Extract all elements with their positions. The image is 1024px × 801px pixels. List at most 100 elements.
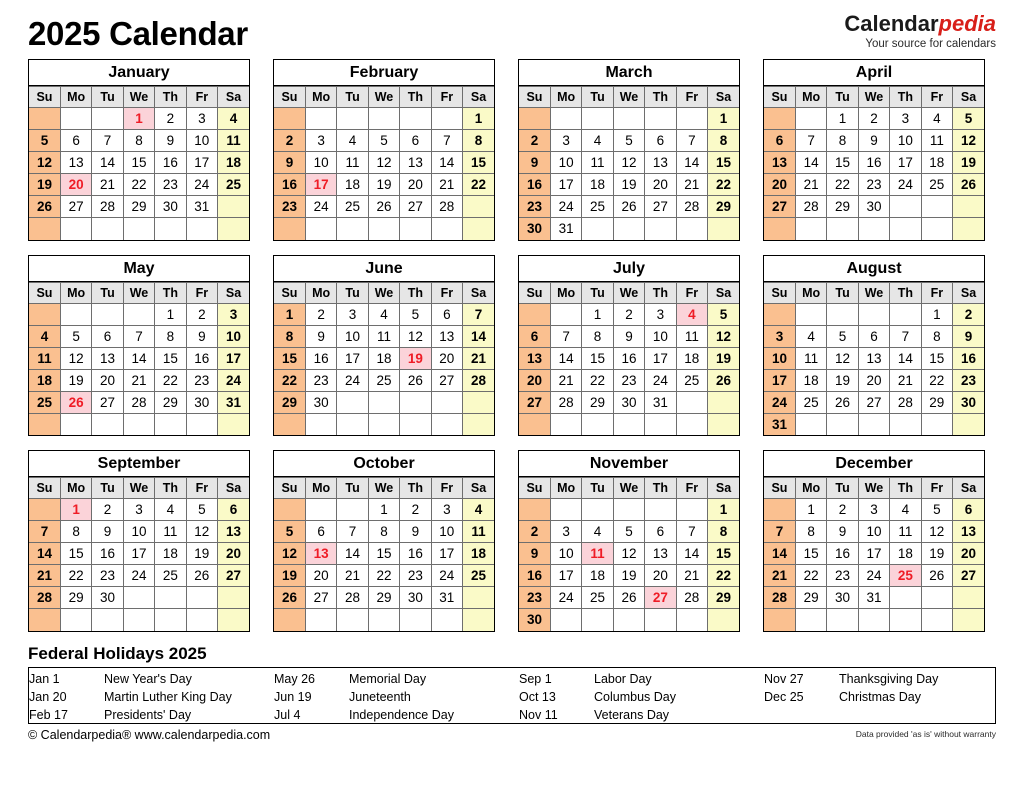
day-cell[interactable]: 25 — [462, 564, 494, 587]
day-cell[interactable]: 4 — [794, 324, 828, 348]
day-cell[interactable]: 26 — [185, 564, 219, 587]
day-cell[interactable]: 19 — [707, 346, 739, 370]
day-cell[interactable]: 28 — [91, 195, 124, 218]
day-cell[interactable]: 4 — [675, 302, 709, 326]
day-cell[interactable]: 2 — [519, 129, 551, 152]
day-cell[interactable]: 1 — [154, 302, 187, 326]
day-cell[interactable]: 7 — [336, 520, 369, 543]
day-cell[interactable]: 20 — [644, 564, 677, 587]
day-cell[interactable]: 26 — [29, 195, 61, 218]
day-cell[interactable]: 3 — [336, 302, 369, 326]
day-cell[interactable]: 25 — [794, 390, 828, 414]
day-cell[interactable]: 26 — [399, 368, 432, 392]
day-cell[interactable]: 28 — [430, 195, 464, 218]
day-cell[interactable]: 12 — [399, 324, 432, 348]
day-cell[interactable]: 2 — [274, 129, 306, 152]
day-cell[interactable]: 31 — [764, 412, 796, 435]
day-cell[interactable]: 28 — [764, 586, 796, 609]
day-cell[interactable]: 23 — [857, 173, 891, 196]
day-cell[interactable]: 2 — [952, 302, 984, 326]
day-cell[interactable]: 18 — [154, 542, 187, 565]
day-cell[interactable]: 3 — [889, 107, 922, 130]
day-cell[interactable]: 1 — [794, 498, 828, 521]
day-cell[interactable]: 30 — [612, 390, 646, 414]
day-cell[interactable]: 23 — [612, 368, 646, 392]
day-cell[interactable]: 12 — [367, 151, 401, 174]
day-cell[interactable]: 18 — [794, 368, 828, 392]
day-cell[interactable]: 15 — [707, 542, 739, 565]
day-cell[interactable]: 16 — [952, 346, 984, 370]
day-cell[interactable]: 16 — [304, 346, 338, 370]
day-cell[interactable]: 11 — [154, 520, 187, 543]
day-cell[interactable]: 19 — [826, 368, 859, 392]
day-cell[interactable]: 21 — [122, 368, 156, 392]
day-cell[interactable]: 16 — [612, 346, 646, 370]
day-cell[interactable]: 10 — [217, 324, 249, 348]
day-cell[interactable]: 25 — [675, 368, 709, 392]
day-cell[interactable]: 12 — [29, 151, 61, 174]
day-cell[interactable]: 25 — [889, 564, 922, 587]
day-cell[interactable]: 11 — [581, 151, 614, 174]
day-cell[interactable]: 8 — [581, 324, 614, 348]
day-cell[interactable]: 24 — [185, 173, 219, 196]
day-cell[interactable]: 13 — [764, 151, 796, 174]
day-cell[interactable]: 29 — [274, 390, 306, 414]
day-cell[interactable]: 24 — [217, 368, 249, 392]
day-cell[interactable]: 6 — [644, 129, 677, 152]
day-cell[interactable]: 29 — [707, 586, 739, 609]
day-cell[interactable]: 18 — [581, 173, 614, 196]
day-cell[interactable]: 22 — [274, 368, 306, 392]
day-cell[interactable]: 15 — [367, 542, 401, 565]
day-cell[interactable]: 16 — [91, 542, 124, 565]
day-cell[interactable]: 24 — [304, 195, 338, 218]
day-cell[interactable]: 23 — [91, 564, 124, 587]
day-cell[interactable]: 30 — [399, 586, 432, 609]
day-cell[interactable]: 14 — [430, 151, 464, 174]
day-cell[interactable]: 14 — [336, 542, 369, 565]
day-cell[interactable]: 3 — [549, 520, 583, 543]
day-cell[interactable]: 3 — [304, 129, 338, 152]
day-cell[interactable]: 31 — [185, 195, 219, 218]
day-cell[interactable]: 29 — [707, 195, 739, 218]
day-cell[interactable]: 11 — [920, 129, 954, 152]
day-cell[interactable]: 14 — [889, 346, 922, 370]
day-cell[interactable]: 8 — [826, 129, 859, 152]
day-cell[interactable]: 15 — [122, 151, 156, 174]
day-cell[interactable]: 9 — [185, 324, 219, 348]
day-cell[interactable]: 10 — [185, 129, 219, 152]
day-cell[interactable]: 2 — [857, 107, 891, 130]
day-cell[interactable]: 12 — [826, 346, 859, 370]
day-cell[interactable]: 27 — [519, 390, 551, 414]
day-cell[interactable]: 4 — [29, 324, 61, 348]
day-cell[interactable]: 9 — [304, 324, 338, 348]
day-cell[interactable]: 22 — [581, 368, 614, 392]
day-cell[interactable]: 17 — [336, 346, 369, 370]
day-cell[interactable]: 8 — [274, 324, 306, 348]
day-cell[interactable]: 24 — [644, 368, 677, 392]
day-cell[interactable]: 20 — [857, 368, 891, 392]
day-cell[interactable]: 22 — [794, 564, 828, 587]
day-cell[interactable]: 18 — [581, 564, 614, 587]
day-cell[interactable]: 15 — [154, 346, 187, 370]
day-cell[interactable]: 25 — [29, 390, 61, 414]
day-cell[interactable]: 18 — [462, 542, 494, 565]
day-cell[interactable]: 11 — [581, 542, 614, 565]
day-cell[interactable]: 26 — [612, 586, 646, 609]
day-cell[interactable]: 12 — [612, 542, 646, 565]
day-cell[interactable]: 7 — [889, 324, 922, 348]
day-cell[interactable]: 11 — [336, 151, 369, 174]
day-cell[interactable]: 20 — [764, 173, 796, 196]
day-cell[interactable]: 30 — [519, 608, 551, 631]
day-cell[interactable]: 13 — [217, 520, 249, 543]
day-cell[interactable]: 17 — [549, 564, 583, 587]
day-cell[interactable]: 2 — [154, 107, 187, 130]
day-cell[interactable]: 16 — [274, 173, 306, 196]
day-cell[interactable]: 13 — [952, 520, 984, 543]
day-cell[interactable]: 18 — [336, 173, 369, 196]
day-cell[interactable]: 26 — [952, 173, 984, 196]
day-cell[interactable]: 27 — [304, 586, 338, 609]
day-cell[interactable]: 6 — [519, 324, 551, 348]
day-cell[interactable]: 4 — [217, 107, 249, 130]
day-cell[interactable]: 30 — [304, 390, 338, 414]
day-cell[interactable]: 23 — [399, 564, 432, 587]
